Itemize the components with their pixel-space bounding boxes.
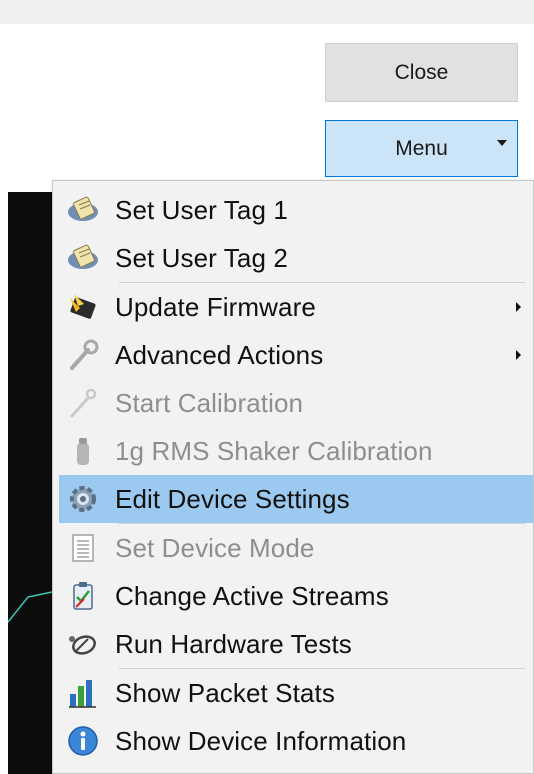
menu-item-edit-device-settings[interactable]: Edit Device Settings [59, 475, 533, 523]
menu-item-show-packet-stats[interactable]: Show Packet Stats [53, 669, 533, 717]
menu-item-update-firmware[interactable]: Update Firmware [53, 283, 533, 331]
gear-icon [63, 479, 103, 519]
menu-item-start-calibration: Start Calibration [53, 379, 533, 427]
menu-item-label: Show Device Information [115, 725, 407, 756]
menu-item-change-active-streams[interactable]: Change Active Streams [53, 572, 533, 620]
tag-icon [63, 238, 103, 278]
menu-item-label: Start Calibration [115, 387, 304, 418]
menu-item-label: 1g RMS Shaker Calibration [115, 435, 433, 466]
chevron-down-icon [497, 140, 507, 146]
menu-button-label: Menu [395, 136, 448, 160]
close-button-label: Close [394, 60, 449, 84]
menu-item-label: Edit Device Settings [115, 483, 350, 514]
app-window: Close Menu Set User Tag 1 Set User Tag 2… [0, 0, 534, 774]
list-icon [63, 528, 103, 568]
chip-icon [63, 287, 103, 327]
stethoscope-icon [63, 624, 103, 664]
menu-item-set-device-mode: Set Device Mode [53, 524, 533, 572]
menu-item-shaker-calibration: 1g RMS Shaker Calibration [53, 427, 533, 475]
menu-item-set-user-tag-2[interactable]: Set User Tag 2 [53, 234, 533, 282]
dropdown-menu: Set User Tag 1 Set User Tag 2 Update Fir… [52, 180, 534, 774]
wrench-icon [63, 335, 103, 375]
menu-item-label: Advanced Actions [115, 339, 324, 370]
shaker-icon [63, 431, 103, 471]
title-strip [0, 0, 534, 24]
menu-item-run-hardware-tests[interactable]: Run Hardware Tests [53, 620, 533, 668]
close-button[interactable]: Close [325, 43, 518, 102]
menu-item-label: Show Packet Stats [115, 677, 335, 708]
bar-chart-icon [63, 673, 103, 713]
menu-item-show-device-information[interactable]: Show Device Information [53, 717, 533, 765]
menu-item-set-user-tag-1[interactable]: Set User Tag 1 [53, 186, 533, 234]
chevron-right-icon [516, 302, 521, 312]
menu-item-label: Set Device Mode [115, 532, 315, 563]
menu-item-label: Run Hardware Tests [115, 628, 352, 659]
menu-item-advanced-actions[interactable]: Advanced Actions [53, 331, 533, 379]
probe-icon [63, 383, 103, 423]
tag-icon [63, 190, 103, 230]
info-icon [63, 721, 103, 761]
menu-button[interactable]: Menu [325, 120, 518, 177]
menu-item-label: Set User Tag 2 [115, 242, 288, 273]
menu-item-label: Update Firmware [115, 291, 316, 322]
chevron-right-icon [516, 350, 521, 360]
menu-item-label: Set User Tag 1 [115, 194, 288, 225]
clipboard-icon [63, 576, 103, 616]
menu-item-label: Change Active Streams [115, 580, 389, 611]
